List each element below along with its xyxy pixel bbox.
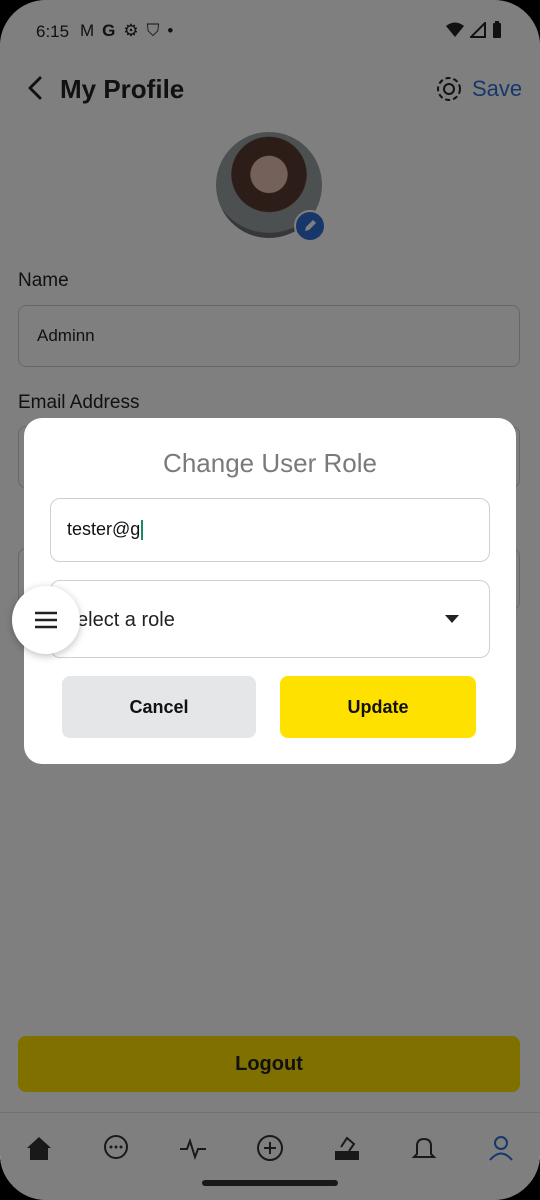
email-input-text: tester@g bbox=[67, 519, 141, 539]
floating-menu-button[interactable] bbox=[12, 586, 80, 654]
update-button[interactable]: Update bbox=[280, 676, 476, 738]
dialog-email-input[interactable]: tester@g bbox=[50, 498, 490, 562]
dialog-title: Change User Role bbox=[163, 448, 377, 478]
dialog-email-value: tester@g bbox=[67, 519, 144, 541]
dropdown-arrow-icon bbox=[445, 615, 459, 623]
text-cursor bbox=[141, 520, 144, 541]
role-select-placeholder: elect a role bbox=[77, 609, 175, 631]
cancel-button[interactable]: Cancel bbox=[62, 676, 256, 738]
phone-screen: 6:15 M G ⚙ ⛉ • My Profile Save Name Admi… bbox=[0, 0, 540, 1200]
change-role-dialog: Change User Role tester@g elect a role C… bbox=[24, 418, 516, 764]
role-select[interactable]: elect a role bbox=[50, 580, 490, 658]
hamburger-menu-icon bbox=[35, 611, 57, 629]
